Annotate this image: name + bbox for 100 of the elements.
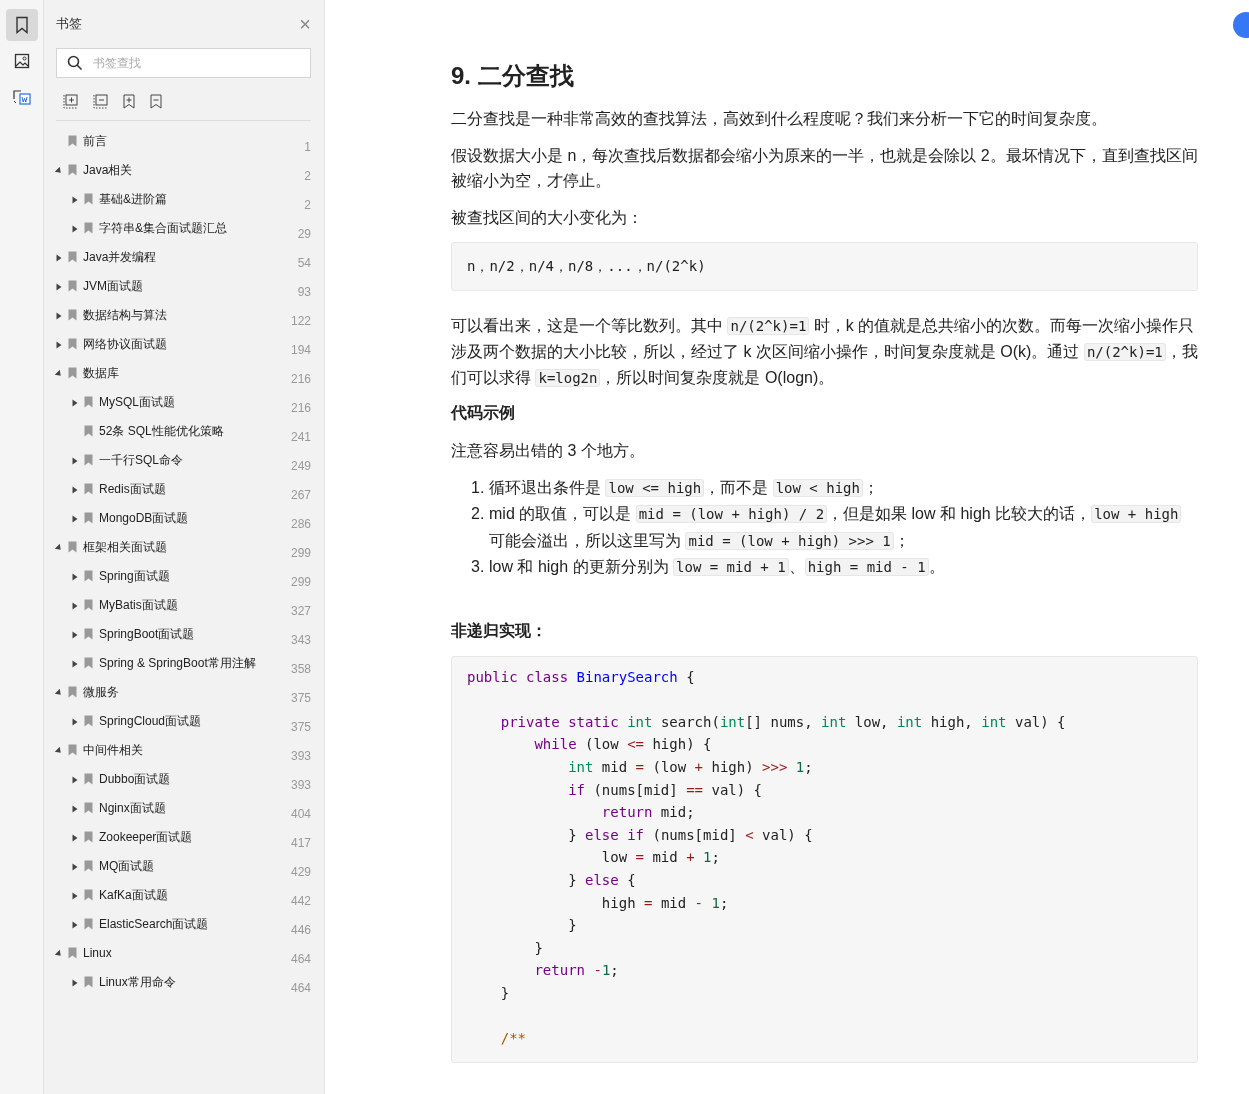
page-number: 446: [289, 922, 311, 937]
collapsed-triangle-icon[interactable]: [56, 341, 62, 349]
bookmark-item[interactable]: 一千行SQL命令: [99, 451, 285, 469]
bookmark-item[interactable]: Linux常用命令: [99, 973, 285, 991]
page-number: 393: [289, 777, 311, 792]
remove-bookmark-button[interactable]: [149, 93, 163, 110]
page-number: 375: [289, 690, 311, 705]
bookmark-item[interactable]: KafKa面试题: [99, 886, 285, 904]
bookmark-item[interactable]: Dubbo面试题: [99, 770, 285, 788]
collapsed-triangle-icon[interactable]: [72, 457, 78, 465]
section-heading: 9. 二分查找: [451, 61, 575, 91]
bookmark-item[interactable]: 字符串&集合面试题汇总: [99, 219, 285, 237]
bookmark-item[interactable]: SpringBoot面试题: [99, 625, 285, 643]
bookmark-item[interactable]: SpringCloud面试题: [99, 712, 285, 730]
expanded-triangle-icon[interactable]: [54, 543, 64, 553]
search-field[interactable]: 书签查找: [56, 48, 311, 78]
bookmark-item[interactable]: ElasticSearch面试题: [99, 915, 285, 933]
collapsed-triangle-icon[interactable]: [72, 631, 78, 639]
bookmark-icon: [68, 686, 77, 698]
collapsed-triangle-icon[interactable]: [72, 515, 78, 523]
bookmark-item[interactable]: 前言: [83, 132, 285, 150]
bookmark-item[interactable]: 框架相关面试题: [83, 538, 285, 556]
collapsed-triangle-icon[interactable]: [72, 573, 78, 581]
page-number: 29: [296, 226, 311, 241]
bookmark-item[interactable]: 数据库: [83, 364, 285, 382]
collapsed-triangle-icon[interactable]: [56, 312, 62, 320]
bookmark-item[interactable]: Java并发编程: [83, 248, 285, 266]
collapsed-triangle-icon[interactable]: [56, 283, 62, 291]
expanded-triangle-icon[interactable]: [54, 746, 64, 756]
collapsed-triangle-icon[interactable]: [72, 225, 78, 233]
bookmark-item[interactable]: 中间件相关: [83, 741, 285, 759]
bookmark-icon: [68, 251, 77, 263]
search-icon: [67, 55, 83, 71]
bookmark-item[interactable]: 数据结构与算法: [83, 306, 285, 324]
page-number: 241: [289, 429, 311, 444]
page-number: 404: [289, 806, 311, 821]
add-bookmark-button[interactable]: [122, 93, 136, 110]
collapsed-triangle-icon[interactable]: [72, 805, 78, 813]
bookmark-item[interactable]: Zookeeper面试题: [99, 828, 285, 846]
collapsed-triangle-icon[interactable]: [72, 834, 78, 842]
bookmark-icon: [84, 657, 93, 669]
page-number: 1: [303, 139, 311, 154]
panel-title: 书签: [56, 15, 82, 33]
page-number: 343: [289, 632, 311, 647]
bookmark-item[interactable]: 网络协议面试题: [83, 335, 285, 353]
list-item-text: low 和 high 的更新分别为 low = mid + 1 、 high = mid - 1 。: [489, 557, 945, 579]
collapsed-triangle-icon[interactable]: [72, 660, 78, 668]
bookmark-item[interactable]: 52条 SQL性能优化策略: [99, 422, 285, 440]
bookmark-icon: [68, 135, 77, 147]
expand-bookmark-button[interactable]: [62, 93, 79, 110]
collapsed-triangle-icon[interactable]: [72, 776, 78, 784]
collapsed-triangle-icon[interactable]: [72, 196, 78, 204]
bookmark-icon: [84, 976, 93, 988]
bookmark-icon: [68, 280, 77, 292]
bookmark-icon: [84, 396, 93, 408]
bookmark-item[interactable]: JVM面试题: [83, 277, 285, 295]
page-number: 375: [289, 719, 311, 734]
collapsed-triangle-icon[interactable]: [72, 399, 78, 407]
list-number: 2.: [471, 504, 486, 525]
bookmark-item[interactable]: MongoDB面试题: [99, 509, 285, 527]
bookmark-item[interactable]: MySQL面试题: [99, 393, 285, 411]
panel-button[interactable]: [5, 9, 38, 41]
collapsed-triangle-icon[interactable]: [72, 892, 78, 900]
bookmark-icon: [84, 918, 93, 930]
collapsed-triangle-icon[interactable]: [56, 254, 62, 262]
page-number: 464: [289, 980, 311, 995]
collapsed-triangle-icon[interactable]: [72, 979, 78, 987]
bookmark-item[interactable]: Java相关: [83, 161, 285, 179]
bookmark-item[interactable]: Redis面试题: [99, 480, 285, 498]
bookmark-icon: [68, 367, 77, 379]
bookmark-item[interactable]: 微服务: [83, 683, 285, 701]
subheading: 代码示例: [451, 402, 516, 423]
page-number: 216: [289, 400, 311, 415]
page-number: 93: [296, 284, 311, 299]
collapsed-triangle-icon[interactable]: [72, 921, 78, 929]
bookmark-item[interactable]: Spring面试题: [99, 567, 285, 585]
list-number: 3.: [471, 557, 486, 578]
bookmark-item[interactable]: MyBatis面试题: [99, 596, 285, 614]
bookmark-icon: [13, 16, 30, 34]
document-convert-icon: [12, 89, 31, 105]
page-number: 393: [289, 748, 311, 763]
bookmark-item[interactable]: Spring & SpringBoot常用注解: [99, 654, 285, 672]
expanded-triangle-icon[interactable]: [54, 949, 64, 959]
collapsed-triangle-icon[interactable]: [72, 602, 78, 610]
bookmark-item[interactable]: 基础&进阶篇: [99, 190, 285, 208]
page-number: 2: [303, 197, 311, 212]
bookmark-icon: [84, 193, 93, 205]
expanded-triangle-icon[interactable]: [54, 688, 64, 698]
collapsed-triangle-icon[interactable]: [72, 863, 78, 871]
page-number: 286: [289, 516, 311, 531]
collapsed-triangle-icon[interactable]: [72, 718, 78, 726]
bookmark-icon: [84, 860, 93, 872]
collapsed-triangle-icon[interactable]: [72, 486, 78, 494]
bookmark-icon: [84, 599, 93, 611]
bookmark-item[interactable]: MQ面试题: [99, 857, 285, 875]
bookmark-item[interactable]: Nginx面试题: [99, 799, 285, 817]
bookmark-icon: [68, 338, 77, 350]
bookmark-item[interactable]: Linux: [83, 944, 285, 962]
expanded-triangle-icon[interactable]: [54, 166, 64, 176]
expanded-triangle-icon[interactable]: [54, 369, 64, 379]
